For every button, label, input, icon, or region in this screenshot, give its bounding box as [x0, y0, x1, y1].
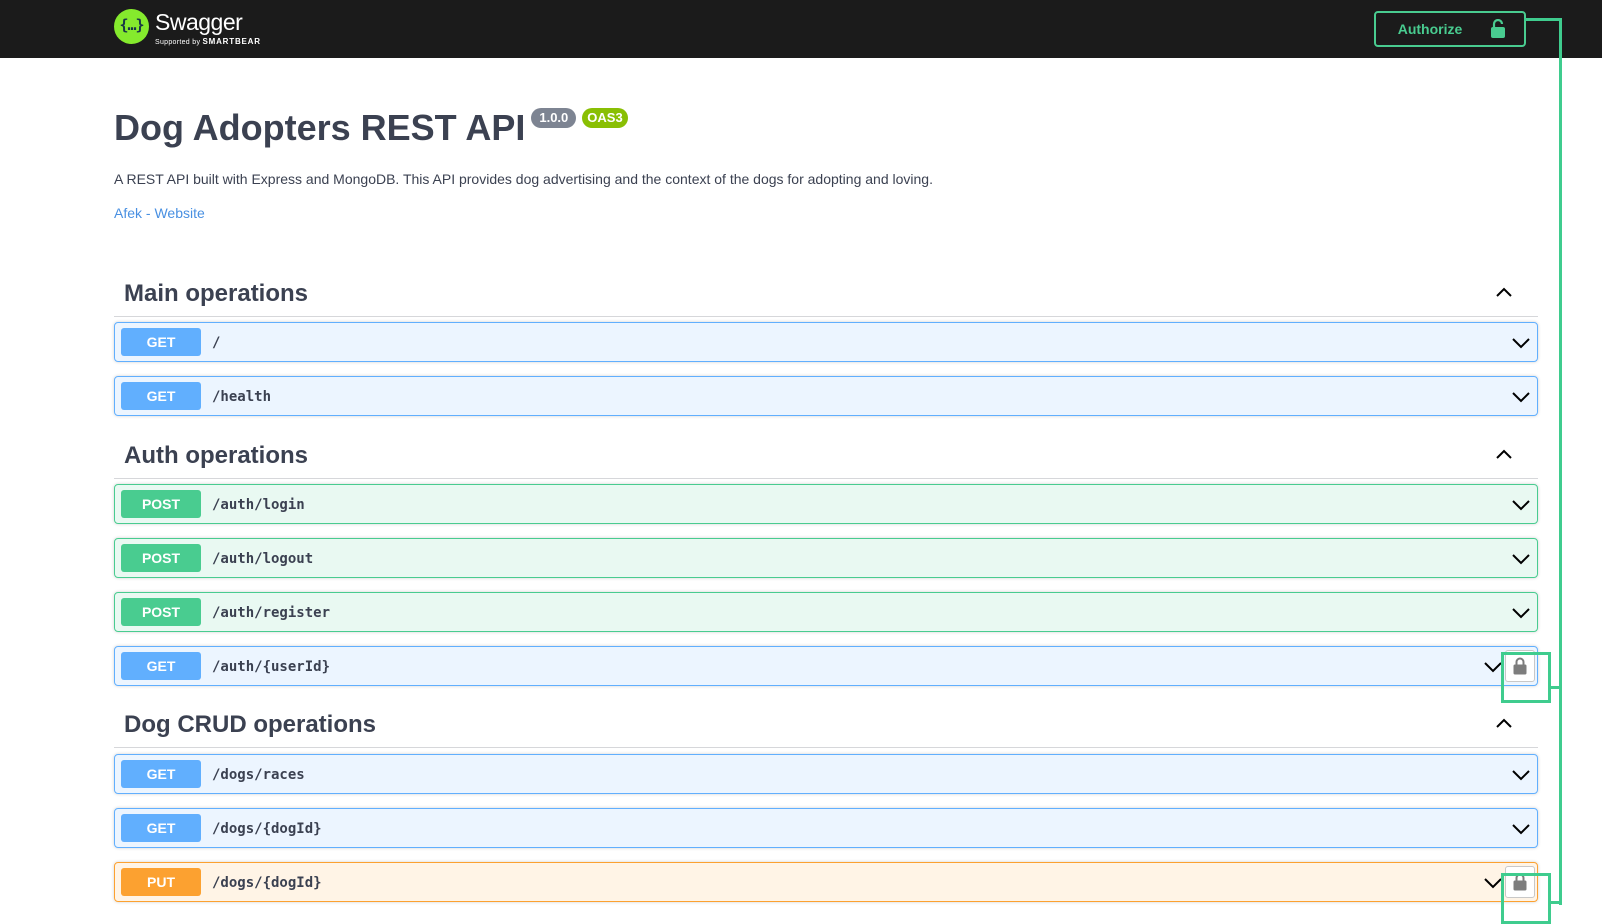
operation-get-auth-userid[interactable]: GET /auth/{userId} — [114, 646, 1538, 686]
method-badge: GET — [121, 760, 201, 788]
tag-title: Auth operations — [124, 442, 308, 469]
chevron-down-icon[interactable] — [1511, 333, 1531, 353]
logo-sub: Supported by SMARTBEAR — [155, 37, 261, 47]
chevron-down-icon[interactable] — [1483, 873, 1503, 893]
operation-post-auth-register[interactable]: POST /auth/register — [114, 592, 1538, 632]
page-title: Dog Adopters REST API — [114, 107, 526, 148]
logo-name: Swagger — [155, 9, 243, 35]
chevron-up-icon[interactable] — [1494, 713, 1514, 733]
authorize-button[interactable]: Authorize — [1374, 11, 1526, 47]
logo-sub-prefix: Supported by — [155, 39, 201, 46]
operation-path: /auth/login — [212, 497, 305, 513]
swagger-logo-icon: {…} — [114, 9, 149, 44]
operation-post-auth-logout[interactable]: POST /auth/logout — [114, 538, 1538, 578]
operation-path: /auth/logout — [212, 551, 314, 567]
chevron-up-icon[interactable] — [1494, 282, 1514, 302]
operation-post-auth-login[interactable]: POST /auth/login — [114, 484, 1538, 524]
api-info: Dog Adopters REST API 1.0.0 OAS3 — [114, 104, 1534, 152]
chevron-down-icon[interactable] — [1483, 657, 1503, 677]
api-description: A REST API built with Express and MongoD… — [114, 171, 933, 187]
tag-auth-operations[interactable]: Auth operations — [114, 429, 1538, 479]
highlight-connector — [1549, 901, 1562, 904]
operation-put-dogs-dogid[interactable]: PUT /dogs/{dogId} — [114, 862, 1538, 902]
tag-title: Dog CRUD operations — [124, 711, 376, 738]
operation-path: / — [212, 335, 221, 351]
highlight-box — [1501, 652, 1551, 703]
chevron-up-icon[interactable] — [1494, 444, 1514, 464]
operation-get-health[interactable]: GET /health — [114, 376, 1538, 416]
operation-get-dogs-dogid[interactable]: GET /dogs/{dogId} — [114, 808, 1538, 848]
chevron-down-icon[interactable] — [1511, 549, 1531, 569]
version-badge: 1.0.0 — [531, 108, 577, 128]
tag-title: Main operations — [124, 280, 309, 307]
method-badge: GET — [121, 814, 201, 842]
method-badge: POST — [121, 544, 201, 572]
authorize-label: Authorize — [1397, 21, 1463, 37]
highlight-connector — [1524, 18, 1562, 21]
chevron-down-icon[interactable] — [1511, 765, 1531, 785]
website-link[interactable]: Afek - Website — [114, 204, 205, 222]
method-badge: POST — [121, 598, 201, 626]
method-badge: GET — [121, 382, 201, 410]
method-badge: GET — [121, 652, 201, 680]
highlight-connector — [1549, 686, 1562, 689]
operation-path: /health — [212, 389, 272, 405]
operation-path: /dogs/races — [212, 767, 305, 783]
operation-path: /auth/{userId} — [212, 659, 331, 675]
highlight-connector — [1559, 18, 1562, 905]
top-bar: {…} Swagger Supported by SMARTBEAR Autho… — [0, 0, 1602, 58]
method-badge: PUT — [121, 868, 201, 896]
operation-path: /dogs/{dogId} — [212, 875, 322, 891]
highlight-box — [1501, 873, 1551, 924]
logo-sub-brand: SMARTBEAR — [202, 37, 261, 46]
oas-badge: OAS3 — [582, 108, 628, 128]
swagger-logo[interactable]: {…} Swagger Supported by SMARTBEAR — [114, 8, 261, 50]
chevron-down-icon[interactable] — [1511, 603, 1531, 623]
unlocked-lock-icon — [1491, 19, 1506, 38]
chevron-down-icon[interactable] — [1511, 387, 1531, 407]
operation-get-dogs-races[interactable]: GET /dogs/races — [114, 754, 1538, 794]
method-badge: GET — [121, 328, 201, 356]
logo-text: Swagger Supported by SMARTBEAR — [155, 8, 261, 47]
tag-main-operations[interactable]: Main operations — [114, 267, 1538, 317]
method-badge: POST — [121, 490, 201, 518]
chevron-down-icon[interactable] — [1511, 819, 1531, 839]
chevron-down-icon[interactable] — [1511, 495, 1531, 515]
operation-path: /auth/register — [212, 605, 331, 621]
tag-dog-crud-operations[interactable]: Dog CRUD operations — [114, 698, 1538, 748]
operation-get-root[interactable]: GET / — [114, 322, 1538, 362]
operation-path: /dogs/{dogId} — [212, 821, 322, 837]
